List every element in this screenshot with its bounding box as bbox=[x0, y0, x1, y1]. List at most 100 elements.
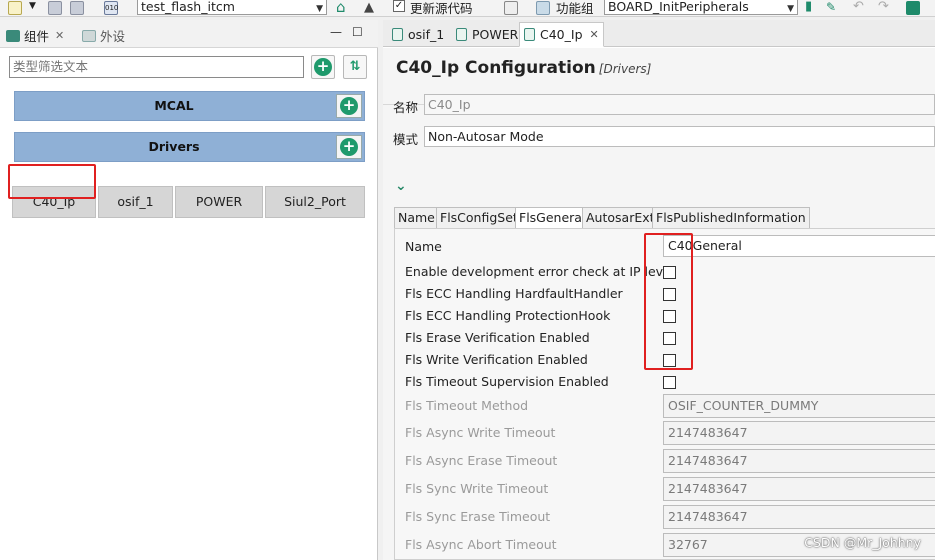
highlight-box-checkboxes bbox=[644, 233, 693, 370]
mode-label: 模式 bbox=[393, 132, 419, 147]
category-drivers[interactable]: Drivers + bbox=[14, 132, 365, 162]
peripherals-icon bbox=[82, 29, 96, 42]
component-icon bbox=[456, 28, 467, 41]
home-icon[interactable]: ⌂ bbox=[336, 0, 350, 15]
component-power[interactable]: POWER bbox=[175, 186, 263, 218]
name-field: C40_Ip bbox=[424, 94, 935, 115]
add-icon: + bbox=[340, 138, 358, 156]
async-write-timeout-field: 2147483647 bbox=[663, 421, 935, 445]
async-erase-timeout-field: 2147483647 bbox=[663, 449, 935, 473]
editor-tabs: osif_1 POWER C40_Ip ✕ bbox=[383, 20, 935, 47]
tab-fls-config-set[interactable]: FlsConfigSet bbox=[436, 207, 522, 229]
mode-select[interactable]: Non-Autosar Mode bbox=[424, 126, 935, 147]
async-write-timeout-label: Fls Async Write Timeout bbox=[405, 425, 556, 440]
highlight-box-component bbox=[8, 164, 96, 199]
maximize-icon[interactable]: ☐ bbox=[352, 25, 363, 39]
async-abort-timeout-label: Fls Async Abort Timeout bbox=[405, 537, 557, 552]
project-select[interactable]: test_flash_itcm ▼ bbox=[137, 0, 327, 15]
name-label: 名称 bbox=[393, 100, 419, 115]
left-view-tabs: 组件 ✕ 外设 — ☐ bbox=[0, 20, 378, 48]
type-filter-input[interactable] bbox=[9, 56, 304, 78]
function-group-value: BOARD_InitPeripherals bbox=[608, 0, 749, 14]
export-icon[interactable] bbox=[906, 1, 920, 15]
chevron-down-icon: ▼ bbox=[787, 4, 794, 14]
tab-osif-1-label: osif_1 bbox=[408, 27, 445, 42]
update-source-label: 更新源代码 bbox=[410, 1, 473, 16]
new-file-icon[interactable] bbox=[8, 1, 22, 15]
write-verification-label: Fls Write Verification Enabled bbox=[405, 352, 588, 367]
sync-write-timeout-label: Fls Sync Write Timeout bbox=[405, 481, 549, 496]
binary-icon[interactable]: 010 bbox=[104, 1, 118, 15]
redo-icon[interactable]: ↷ bbox=[878, 0, 892, 15]
dropdown-arrow-icon[interactable]: ▼ bbox=[29, 1, 39, 15]
config-tabs: Name FlsConfigSet FlsGeneral AutosarExt … bbox=[394, 207, 935, 229]
minimize-icon[interactable]: — bbox=[330, 25, 342, 39]
tab-fls-published-information[interactable]: FlsPublishedInformation bbox=[652, 207, 810, 229]
edit-icon[interactable]: ✎ bbox=[826, 1, 840, 15]
tab-peripherals[interactable]: 外设 bbox=[82, 26, 125, 45]
tab-osif-1[interactable]: osif_1 bbox=[387, 22, 449, 47]
update-source-checkbox[interactable]: ✓ bbox=[393, 0, 405, 12]
tab-fls-general[interactable]: FlsGeneral bbox=[515, 207, 590, 229]
components-view: 组件 ✕ 外设 — ☐ + ⇅ MCAL + Drivers + C40_Ip … bbox=[0, 20, 378, 560]
save-icon[interactable] bbox=[48, 1, 62, 15]
tab-power-label: POWER bbox=[472, 27, 519, 42]
component-icon bbox=[392, 28, 403, 41]
sync-erase-timeout-field: 2147483647 bbox=[663, 505, 935, 529]
project-select-value: test_flash_itcm bbox=[141, 0, 235, 14]
components-icon bbox=[6, 29, 20, 42]
function-group-select[interactable]: BOARD_InitPeripherals ▼ bbox=[604, 0, 798, 15]
chevron-down-icon[interactable]: ⌄ bbox=[395, 178, 407, 194]
refresh-icon[interactable] bbox=[504, 1, 518, 15]
main-toolbar: ▼ 010 test_flash_itcm ▼ ⌂ ▲ ✓ 更新源代码 功能组 … bbox=[0, 0, 935, 17]
timeout-supervision-label: Fls Timeout Supervision Enabled bbox=[405, 374, 609, 389]
watermark: CSDN @Mr_Johhny bbox=[804, 535, 921, 550]
bookmark-icon[interactable]: ▮ bbox=[805, 0, 819, 15]
timeout-supervision-checkbox[interactable] bbox=[663, 376, 676, 389]
tab-name[interactable]: Name bbox=[394, 207, 439, 229]
component-siul2-port[interactable]: Siul2_Port bbox=[265, 186, 365, 218]
general-name-field[interactable]: C40General bbox=[663, 235, 935, 257]
add-icon: + bbox=[340, 97, 358, 115]
general-name-label: Name bbox=[405, 239, 442, 254]
category-mcal-label: MCAL bbox=[154, 98, 194, 113]
add-mcal-component-button[interactable]: + bbox=[336, 94, 362, 118]
category-drivers-label: Drivers bbox=[148, 139, 200, 154]
function-group-label: 功能组 bbox=[556, 1, 594, 16]
async-erase-timeout-label: Fls Async Erase Timeout bbox=[405, 453, 558, 468]
sync-write-timeout-field: 2147483647 bbox=[663, 477, 935, 501]
ecc-protection-hook-label: Fls ECC Handling ProtectionHook bbox=[405, 308, 611, 323]
sort-icon: ⇅ bbox=[349, 59, 361, 74]
component-icon bbox=[524, 28, 535, 41]
page-title: C40_Ip Configuration [Drivers] bbox=[396, 58, 651, 78]
page-title-text: C40_Ip Configuration bbox=[396, 58, 596, 78]
function-group-icon bbox=[536, 1, 550, 15]
tab-peripherals-label: 外设 bbox=[100, 29, 126, 44]
tab-c40-ip[interactable]: C40_Ip ✕ bbox=[519, 22, 604, 47]
timeout-method-label: Fls Timeout Method bbox=[405, 398, 529, 413]
save-all-icon[interactable] bbox=[70, 1, 84, 15]
tab-components-label: 组件 bbox=[24, 29, 50, 44]
close-icon[interactable]: ✕ bbox=[55, 29, 64, 42]
sync-erase-timeout-label: Fls Sync Erase Timeout bbox=[405, 509, 551, 524]
erase-verification-label: Fls Erase Verification Enabled bbox=[405, 330, 590, 345]
ecc-hardfault-label: Fls ECC Handling HardfaultHandler bbox=[405, 286, 623, 301]
tab-power[interactable]: POWER bbox=[451, 22, 523, 47]
timeout-method-field: OSIF_COUNTER_DUMMY bbox=[663, 394, 935, 418]
add-drivers-component-button[interactable]: + bbox=[336, 135, 362, 159]
editor-area: osif_1 POWER C40_Ip ✕ C40_Ip Configurati… bbox=[383, 20, 935, 560]
configuration-editor: C40_Ip Configuration [Drivers] 名称 C40_Ip … bbox=[383, 48, 935, 560]
warning-icon: ▲ bbox=[364, 0, 374, 15]
add-icon: + bbox=[314, 58, 332, 76]
component-osif-1[interactable]: osif_1 bbox=[98, 186, 173, 218]
dev-error-check-label: Enable development error check at IP lev… bbox=[405, 264, 675, 279]
add-component-button[interactable]: + bbox=[311, 55, 335, 79]
close-icon[interactable]: ✕ bbox=[590, 23, 599, 46]
chevron-down-icon: ▼ bbox=[316, 4, 323, 14]
tab-autosar-ext[interactable]: AutosarExt bbox=[582, 207, 659, 229]
sort-button[interactable]: ⇅ bbox=[343, 55, 367, 79]
tab-components[interactable]: 组件 ✕ bbox=[6, 26, 64, 45]
undo-icon[interactable]: ↶ bbox=[853, 0, 867, 15]
page-subtitle: [Drivers] bbox=[598, 62, 652, 76]
category-mcal[interactable]: MCAL + bbox=[14, 91, 365, 121]
